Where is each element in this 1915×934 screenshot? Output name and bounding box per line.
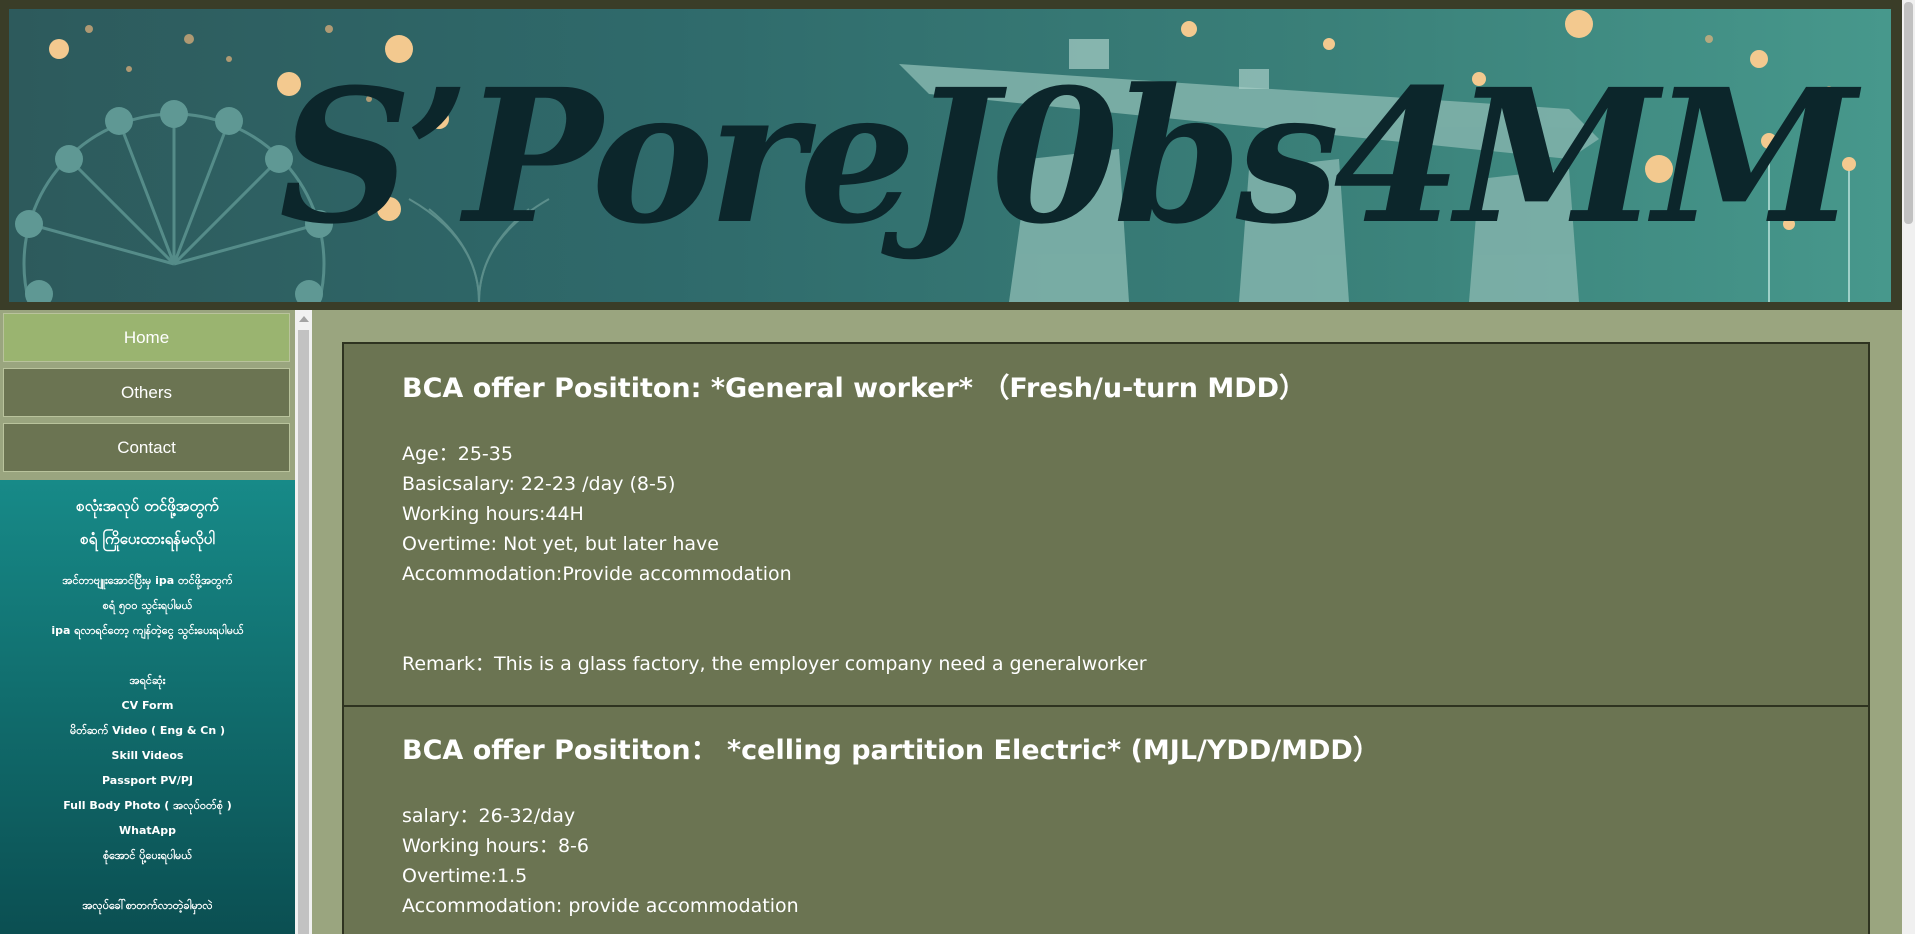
- nav-item-others[interactable]: Others: [3, 368, 290, 417]
- requirement-item: WhatApp: [119, 824, 176, 837]
- info-heading-line-2: စရံ ကြိုပေးထားရန်မလိုပါ: [80, 530, 215, 548]
- job-post-details: salary：26-32/day Working hours：8-6 Overt…: [402, 801, 799, 921]
- job-detail-line: Accommodation:Provide accommodation: [402, 563, 792, 585]
- job-post: BCA offer Posititon: *General worker* （F…: [344, 344, 1868, 707]
- job-post-title: BCA offer Posititon： *celling partition …: [402, 735, 1380, 766]
- site-header: S’PoreJ0bs4MM: [0, 0, 1902, 310]
- sidebar: Home Others Contact စလုံးအလုပ် တင်ဖို့အတ…: [0, 310, 295, 934]
- requirement-item: Skill Videos: [111, 749, 184, 762]
- job-detail-line: Working hours：8-6: [402, 835, 589, 857]
- job-listings: BCA offer Posititon: *General worker* （F…: [342, 342, 1870, 934]
- page-scrollbar[interactable]: [1902, 0, 1915, 934]
- info-panel: စလုံးအလုပ် တင်ဖို့အတွက် စရံ ကြိုပေးထားရန…: [0, 480, 295, 934]
- requirement-item: Full Body Photo ( အလုပ်ဝတ်စုံ ): [63, 799, 232, 812]
- info-heading-line-1: စလုံးအလုပ် တင်ဖို့အတွက်: [76, 497, 219, 515]
- job-detail-line: Basicsalary: 22-23 /day (8-5): [402, 473, 676, 495]
- sidebar-scrollbar[interactable]: [295, 310, 312, 934]
- sidebar-scrollbar-thumb[interactable]: [298, 330, 309, 934]
- info-intro-line-1: အင်တာဗျူးအောင်ပြီးမှ ipa တင်ဖို့အတွက်: [62, 574, 233, 587]
- job-detail-line: Overtime: Not yet, but later have: [402, 533, 719, 555]
- site-logo-title: S’PoreJ0bs4MM: [279, 49, 1857, 265]
- nav-item-home[interactable]: Home: [3, 313, 290, 362]
- job-post-details: Age：25-35 Basicsalary: 22-23 /day (8-5) …: [402, 439, 792, 589]
- requirement-item: မိတ်ဆက် Video ( Eng & Cn ): [69, 724, 226, 737]
- job-detail-line: salary：26-32/day: [402, 805, 576, 827]
- job-post-remark: Remark：This is a glass factory, the empl…: [402, 653, 1147, 675]
- requirement-item: Passport PV/PJ: [102, 774, 193, 787]
- requirement-item: CV Form: [121, 699, 174, 712]
- job-detail-line: Age：25-35: [402, 443, 513, 465]
- requirements-title: အရင်ဆုံး: [129, 674, 166, 687]
- job-detail-line: Working hours:44H: [402, 503, 584, 525]
- info-intro-line-3: ipa ရလာရင်တော့ ကျန်တဲ့ငွေ သွင်းပေးရပါမယ်: [51, 624, 244, 637]
- job-post-title: BCA offer Posititon: *General worker* （F…: [402, 373, 1307, 404]
- requirement-item: စုံအောင် ပို့ပေးရပါမယ်: [102, 849, 193, 862]
- job-detail-line: Overtime:1.5: [402, 865, 528, 887]
- nav-item-contact[interactable]: Contact: [3, 423, 290, 472]
- header-banner: S’PoreJ0bs4MM: [9, 9, 1891, 302]
- job-detail-line: Accommodation: provide accommodation: [402, 895, 799, 917]
- info-footer-line: အလုပ်ခေါ်စာတက်လာတဲ့ခါမှာလဲ: [82, 899, 213, 912]
- info-intro-line-2: စရံ ၅၀၀ သွင်းရပါမယ်: [102, 599, 193, 612]
- scroll-up-arrow-icon[interactable]: [299, 316, 309, 322]
- job-post: BCA offer Posititon： *celling partition …: [344, 707, 1868, 934]
- page-scrollbar-thumb[interactable]: [1904, 2, 1913, 224]
